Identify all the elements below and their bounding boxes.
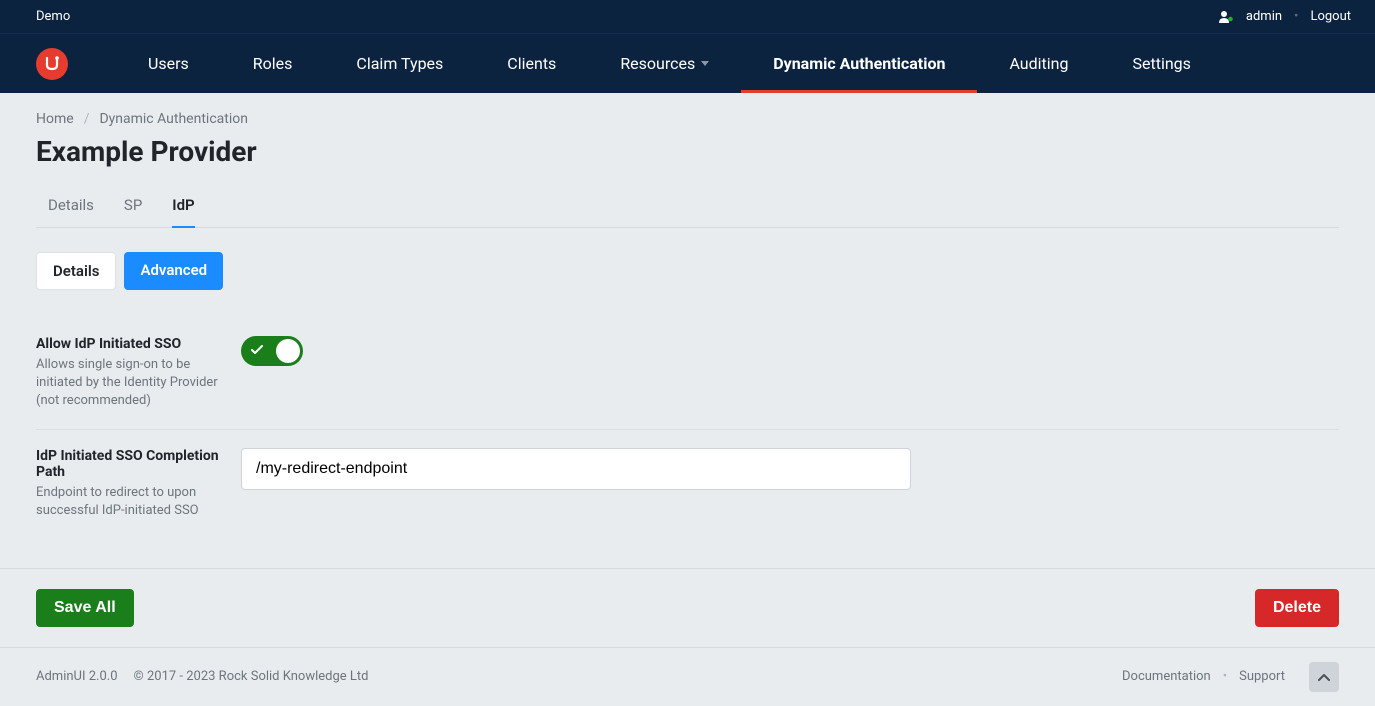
product-version: AdminUI 2.0.0: [36, 669, 118, 684]
nav-clients[interactable]: Clients: [475, 34, 588, 93]
breadcrumb-current: Dynamic Authentication: [99, 111, 248, 127]
action-bar: Save All Delete: [0, 568, 1375, 647]
completion-path-desc: Endpoint to redirect to upon successful …: [36, 484, 221, 520]
footer: AdminUI 2.0.0 © 2017 - 2023 Rock Solid K…: [0, 647, 1375, 706]
main-nav: Users Roles Claim Types Clients Resource…: [0, 33, 1375, 93]
nav-users[interactable]: Users: [116, 34, 221, 93]
nav-auditing[interactable]: Auditing: [977, 34, 1100, 93]
user-icon: [1218, 10, 1234, 24]
logout-link[interactable]: Logout: [1310, 9, 1351, 24]
check-icon: [251, 344, 263, 359]
support-link[interactable]: Support: [1239, 669, 1285, 684]
documentation-link[interactable]: Documentation: [1122, 669, 1211, 684]
tab-sp[interactable]: SP: [124, 188, 142, 228]
breadcrumb-sep: /: [84, 111, 90, 127]
chevron-up-icon: [1318, 673, 1330, 681]
nav-settings[interactable]: Settings: [1100, 34, 1222, 93]
allow-sso-desc: Allows single sign-on to be initiated by…: [36, 356, 221, 411]
copyright: © 2017 - 2023 Rock Solid Knowledge Ltd: [134, 669, 369, 684]
logo[interactable]: [36, 48, 68, 80]
topbar: Demo admin • Logout: [0, 0, 1375, 33]
breadcrumb: Home / Dynamic Authentication: [36, 111, 1339, 127]
page-title: Example Provider: [36, 135, 1339, 168]
subtab-details[interactable]: Details: [36, 252, 116, 290]
main-tabs: Details SP IdP: [36, 188, 1339, 228]
nav-roles[interactable]: Roles: [221, 34, 325, 93]
save-button[interactable]: Save All: [36, 589, 134, 627]
nav-dynamic-authentication[interactable]: Dynamic Authentication: [741, 34, 977, 93]
nav-items: Users Roles Claim Types Clients Resource…: [116, 34, 1223, 93]
scroll-top-button[interactable]: [1309, 662, 1339, 692]
completion-path-input[interactable]: [241, 448, 911, 490]
footer-sep: •: [1223, 669, 1227, 684]
setting-allow-sso: Allow IdP Initiated SSO Allows single si…: [36, 318, 1339, 430]
user-link[interactable]: admin: [1246, 9, 1282, 24]
breadcrumb-home[interactable]: Home: [36, 111, 74, 127]
tab-details[interactable]: Details: [48, 188, 94, 228]
allow-sso-title: Allow IdP Initiated SSO: [36, 336, 221, 352]
page-header: Home / Dynamic Authentication Example Pr…: [0, 93, 1375, 228]
content: Details Advanced Allow IdP Initiated SSO…: [0, 228, 1375, 568]
allow-sso-toggle[interactable]: [241, 336, 303, 366]
completion-path-title: IdP Initiated SSO Completion Path: [36, 448, 221, 480]
brand-link[interactable]: Demo: [36, 9, 70, 24]
tab-idp[interactable]: IdP: [172, 188, 194, 228]
subtab-advanced[interactable]: Advanced: [124, 252, 223, 290]
nav-resources[interactable]: Resources: [588, 34, 741, 93]
sub-tabs: Details Advanced: [36, 252, 1339, 290]
toggle-knob: [276, 339, 300, 363]
separator: •: [1294, 9, 1298, 24]
nav-claim-types[interactable]: Claim Types: [324, 34, 475, 93]
setting-completion-path: IdP Initiated SSO Completion Path Endpoi…: [36, 430, 1339, 538]
delete-button[interactable]: Delete: [1255, 589, 1339, 627]
chevron-down-icon: [701, 61, 709, 66]
